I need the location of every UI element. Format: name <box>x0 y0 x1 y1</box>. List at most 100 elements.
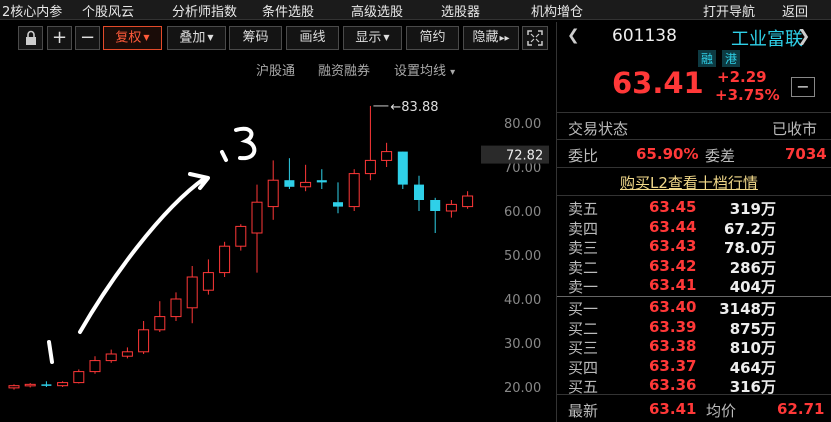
menu-gegu-fengyun[interactable]: 个股风云 <box>82 1 134 20</box>
menu-gaoji-xuangu[interactable]: 高级选股 <box>351 1 403 20</box>
order-row[interactable]: 买一 63.40 3148万 <box>557 298 831 318</box>
order-volume: 67.2万 <box>723 219 776 238</box>
divider <box>557 296 831 297</box>
weicha-label: 委差 <box>705 147 736 165</box>
collapse-arrow-icon[interactable]: ❮ <box>567 26 580 44</box>
order-price: 63.45 <box>649 198 697 216</box>
y-axis-tick-label: 20.00 <box>504 381 541 396</box>
candle-body-down <box>430 200 441 211</box>
candle-body-up <box>219 245 231 274</box>
menu-hexin-neican[interactable]: 2核心内参 <box>2 1 62 20</box>
zoom-in-button[interactable]: + <box>47 26 72 50</box>
lock-icon <box>25 30 36 45</box>
order-level-label: 卖四 <box>568 219 599 238</box>
yincang-label: 隐藏 <box>472 30 499 45</box>
y-axis-tick-label: 40.00 <box>504 293 541 308</box>
latest-value: 63.41 <box>649 400 697 418</box>
rong-badge: 融 <box>698 50 717 67</box>
order-price: 63.43 <box>649 237 697 256</box>
menu-back[interactable]: 返回 <box>782 1 808 20</box>
expand-icon <box>527 30 543 46</box>
order-volume: 286万 <box>729 258 776 277</box>
order-price: 63.38 <box>649 337 697 356</box>
order-row[interactable]: 卖五 63.45 319万 <box>557 198 831 218</box>
candle-body-down <box>333 202 343 207</box>
order-price: 63.36 <box>649 376 697 395</box>
order-level-label: 卖三 <box>568 239 599 258</box>
fullscreen-button[interactable] <box>522 26 548 50</box>
quote-panel: ❮ 601138 工业富联 ❯ 融 港 63.41 +2.29 +3.75% −… <box>557 22 831 422</box>
order-row[interactable]: 买二 63.39 875万 <box>557 318 831 338</box>
expand-arrow-icon[interactable]: ❯ <box>797 26 810 45</box>
kline-chart[interactable]: 20.0030.0040.0050.0060.0070.0080.0072.82… <box>0 52 556 422</box>
candle-body-up <box>138 329 150 353</box>
diejia-dropdown[interactable]: 叠加 ▼ <box>167 26 226 50</box>
minimize-button[interactable]: − <box>791 77 815 97</box>
order-row[interactable]: 买五 63.36 316万 <box>557 376 831 396</box>
order-level-label: 卖二 <box>568 258 599 277</box>
menu-tiaojian-xuangu[interactable]: 条件选股 <box>262 1 314 20</box>
candle-body-up <box>445 203 457 212</box>
candle-body-up <box>8 385 20 389</box>
order-row[interactable]: 卖一 63.41 404万 <box>557 276 831 297</box>
handwritten-tick <box>220 150 228 162</box>
divider <box>557 112 831 113</box>
huaxian-button[interactable]: 画线 <box>286 26 339 50</box>
trade-status-label: 交易状态 <box>568 120 629 138</box>
xianshi-dropdown[interactable]: 显示 ▼ <box>343 26 402 50</box>
yincang-button[interactable]: 隐藏▸▸ <box>463 26 519 50</box>
candle-body-up <box>251 201 263 234</box>
order-price: 63.40 <box>649 298 697 316</box>
candle-body-down <box>397 151 408 185</box>
menu-xuanguqi[interactable]: 选股器 <box>441 1 480 20</box>
candle-body-up <box>348 173 360 208</box>
candle-body-up <box>300 181 312 188</box>
menu-jigou-zengcang[interactable]: 机构增仓 <box>531 1 583 20</box>
candle-body-up <box>105 353 117 362</box>
weicha-value: 7034 <box>785 145 827 163</box>
xianshi-label: 显示 <box>355 30 382 46</box>
order-row[interactable]: 卖三 63.43 78.0万 <box>557 237 831 258</box>
order-row[interactable]: 买三 63.38 810万 <box>557 337 831 357</box>
buy-l2-link[interactable]: 购买L2查看十档行情 <box>620 172 758 193</box>
order-volume: 464万 <box>729 358 776 377</box>
candle-body-down <box>414 184 424 200</box>
y-axis-tick-label: 80.00 <box>504 117 541 132</box>
candle-body-down <box>284 180 295 187</box>
top-menu-bar: 2核心内参 个股风云 分析师指数 条件选股 高级选股 选股器 机构增仓 打开导航… <box>0 0 831 20</box>
menu-open-navigation[interactable]: 打开导航 <box>703 1 755 20</box>
candle-body-up <box>170 298 182 318</box>
chouma-button[interactable]: 筹码 <box>229 26 282 50</box>
zoom-out-button[interactable]: − <box>75 26 100 50</box>
price-change: +2.29 <box>717 68 767 86</box>
order-level-label: 买二 <box>568 319 599 338</box>
order-level-label: 卖一 <box>568 278 599 297</box>
latest-label: 最新 <box>568 402 599 420</box>
stock-name: 工业富联 <box>731 29 803 50</box>
price-change-pct: +3.75% <box>715 86 780 104</box>
order-row[interactable]: 买四 63.37 464万 <box>557 356 831 377</box>
order-volume: 78.0万 <box>723 239 776 258</box>
lock-button[interactable] <box>18 26 43 50</box>
order-row[interactable]: 卖四 63.44 67.2万 <box>557 218 831 238</box>
order-volume: 319万 <box>729 200 776 218</box>
candle-body-up <box>154 316 166 331</box>
order-volume: 404万 <box>729 278 776 297</box>
handwritten-mark-1 <box>47 340 54 364</box>
candle-body-up <box>73 371 85 384</box>
fuquan-dropdown[interactable]: 复权 ▼ <box>103 26 162 50</box>
order-row[interactable]: 卖二 63.42 286万 <box>557 256 831 277</box>
jianyue-button[interactable]: 简约 <box>406 26 459 50</box>
current-price: 63.41 <box>612 66 704 100</box>
handwritten-mark-3 <box>234 126 257 161</box>
order-price: 63.37 <box>649 356 697 375</box>
stock-code: 601138 <box>612 26 677 46</box>
order-price: 63.41 <box>649 276 697 295</box>
menu-fenxishi-zhishu[interactable]: 分析师指数 <box>172 1 237 20</box>
order-price: 63.42 <box>649 256 697 275</box>
candle-body-up <box>202 272 214 291</box>
candle-body-up <box>267 179 279 208</box>
candle-body-up <box>121 351 133 357</box>
order-level-label: 买一 <box>568 300 599 318</box>
divider <box>557 195 831 196</box>
